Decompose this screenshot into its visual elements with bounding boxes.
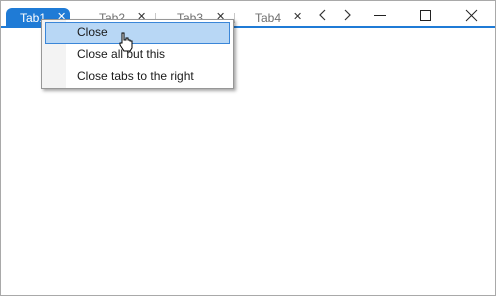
menu-item-close[interactable]: Close	[45, 22, 230, 44]
tab-separator	[234, 13, 235, 23]
maximize-button[interactable]	[406, 1, 446, 29]
chevron-left-icon	[319, 9, 326, 21]
tab-context-menu: Close Close all but this Close tabs to t…	[41, 19, 234, 89]
hand-pointer-icon	[119, 32, 133, 52]
tab-4[interactable]: Tab4 ✕	[245, 8, 307, 27]
menu-item-close-tabs-to-right[interactable]: Close tabs to the right	[45, 66, 229, 86]
scroll-right-button[interactable]	[338, 6, 356, 24]
menu-item-close-tabs-to-right-label: Close tabs to the right	[77, 69, 194, 83]
scroll-left-button[interactable]	[314, 6, 332, 24]
chevron-right-icon	[344, 9, 351, 21]
close-window-button[interactable]	[452, 1, 492, 29]
close-icon	[465, 9, 478, 22]
minimize-button[interactable]	[360, 1, 400, 29]
menu-item-close-all-but-this[interactable]: Close all but this	[45, 44, 229, 64]
maximize-icon	[420, 10, 431, 21]
minimize-icon	[374, 15, 386, 16]
menu-item-close-label: Close	[77, 25, 108, 39]
tab-4-close-icon[interactable]: ✕	[293, 8, 302, 27]
